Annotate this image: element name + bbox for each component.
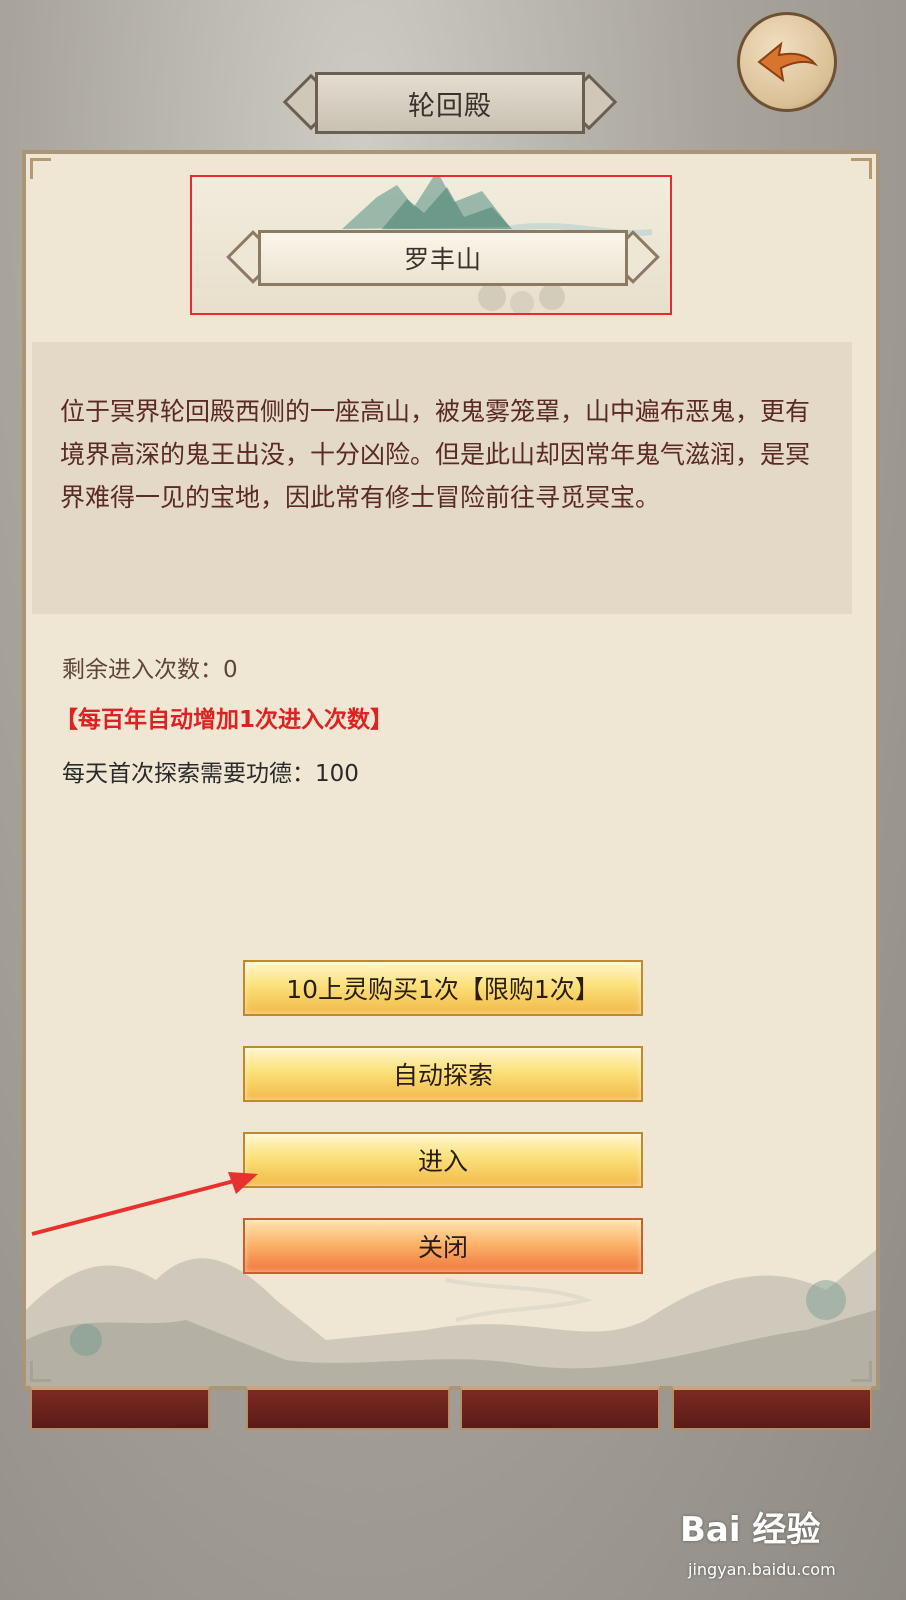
buy-entry-button[interactable]: 10上灵购买1次【限购1次】: [243, 960, 643, 1016]
bottom-tab-2[interactable]: [246, 1386, 450, 1430]
bottom-tab-1[interactable]: [30, 1386, 210, 1430]
bottom-tab-4[interactable]: [672, 1386, 872, 1430]
close-button[interactable]: 关闭: [243, 1218, 643, 1274]
location-name-plaque: 罗丰山: [226, 230, 660, 286]
annotation-arrow-icon: [31, 1172, 258, 1236]
location-description: 位于冥界轮回殿西侧的一座高山，被鬼雾笼罩，山中遍布恶鬼，更有境界高深的鬼王出没，…: [60, 397, 811, 512]
description-box: 位于冥界轮回殿西侧的一座高山，被鬼雾笼罩，山中遍布恶鬼，更有境界高深的鬼王出没，…: [32, 342, 852, 614]
title-plaque: 轮回殿: [282, 72, 618, 134]
location-name: 罗丰山: [403, 245, 482, 274]
back-arrow-icon: [757, 41, 819, 83]
remaining-entries: 剩余进入次数：0: [62, 657, 238, 683]
page-title: 轮回殿: [408, 90, 492, 122]
watermark-url: jingyan.baidu.com: [688, 1560, 836, 1579]
enter-button[interactable]: 进入: [243, 1132, 643, 1188]
watermark-brand: Bai 经验: [680, 1510, 821, 1550]
back-button[interactable]: [737, 12, 837, 112]
daily-merit-cost: 每天首次探索需要功德：100: [62, 761, 359, 787]
baidu-watermark: Bai 经验 jingyan.baidu.com: [680, 1500, 880, 1590]
auto-explore-button[interactable]: 自动探索: [243, 1046, 643, 1102]
bottom-tab-3[interactable]: [460, 1386, 660, 1430]
auto-add-notice: 【每百年自动增加1次进入次数】: [55, 707, 394, 733]
